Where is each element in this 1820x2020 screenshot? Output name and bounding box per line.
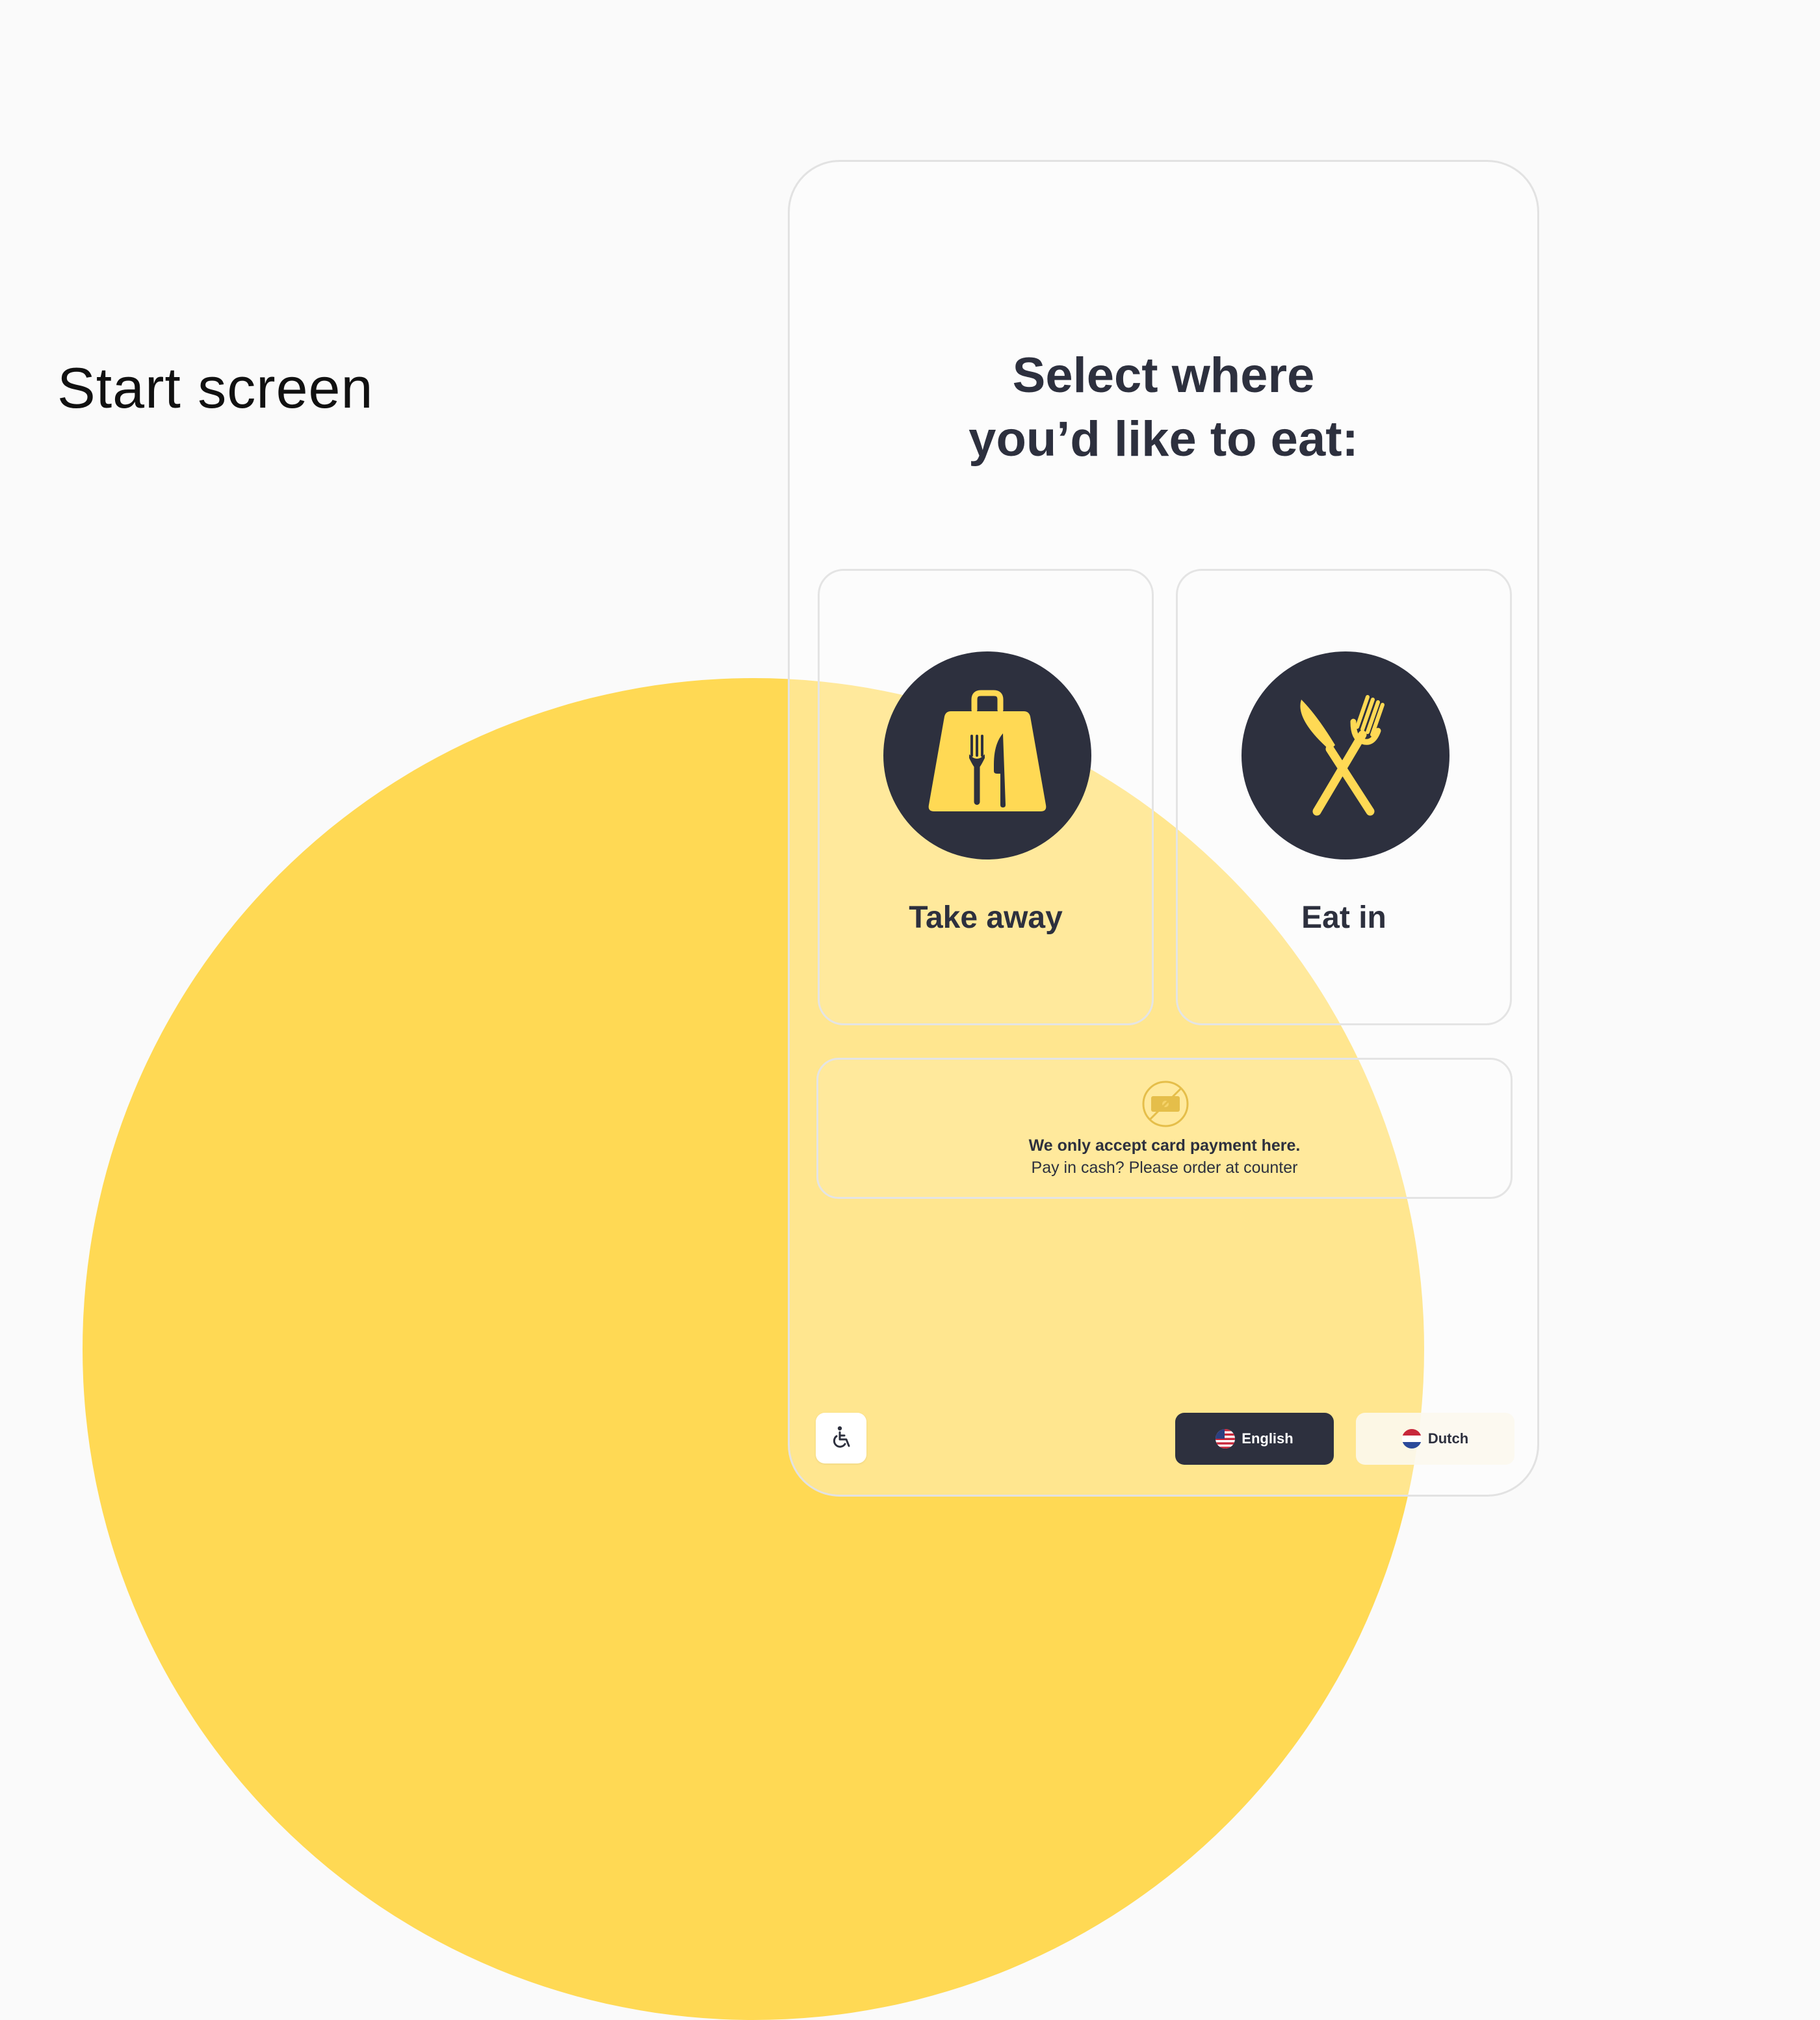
option-label: Take away	[909, 900, 1063, 935]
notice-text: Pay in cash? Please order at counter	[1031, 1159, 1298, 1177]
page-title: Select where you’d like to eat:	[790, 344, 1537, 471]
language-label: English	[1242, 1430, 1294, 1447]
accessibility-button[interactable]	[816, 1413, 866, 1463]
card-payment-notice: We only accept card payment here. Pay in…	[816, 1058, 1513, 1199]
no-cash-icon	[1141, 1079, 1190, 1129]
option-label: Eat in	[1301, 900, 1386, 935]
kiosk-screen: Select where you’d like to eat: Take awa…	[788, 160, 1539, 1497]
language-button-dutch[interactable]: Dutch	[1356, 1413, 1514, 1465]
section-title: Start screen	[57, 356, 374, 420]
language-label: Dutch	[1427, 1430, 1469, 1447]
eat-in-option[interactable]: Eat in	[1176, 569, 1512, 1025]
wheelchair-icon	[833, 1426, 850, 1448]
heading-line-2: you’d like to eat:	[968, 412, 1358, 467]
us-flag-icon	[1216, 1429, 1236, 1449]
netherlands-flag-icon	[1401, 1429, 1422, 1449]
take-away-option[interactable]: Take away	[818, 569, 1154, 1025]
shopping-bag-cutlery-icon	[883, 651, 1091, 859]
knife-fork-crossed-icon	[1242, 651, 1450, 859]
heading-line-1: Select where	[1012, 348, 1315, 403]
language-button-english[interactable]: English	[1175, 1413, 1334, 1465]
notice-title: We only accept card payment here.	[1028, 1136, 1301, 1155]
